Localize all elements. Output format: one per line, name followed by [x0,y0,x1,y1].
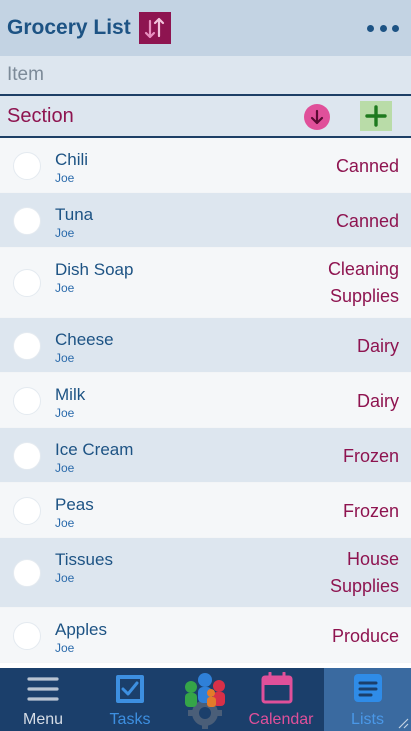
section-bar: Section [0,94,411,138]
item-checkbox[interactable] [13,207,41,235]
arrow-down-circle-icon [310,109,324,125]
list-item[interactable]: Chili Joe Canned [0,138,411,193]
tab-lists-label: Lists [351,711,384,728]
item-user: Joe [55,461,75,475]
tab-lists[interactable]: Lists [324,668,411,731]
list-item[interactable]: Apples Joe Produce [0,608,411,663]
item-checkbox[interactable] [13,269,41,297]
grocery-list: Chili Joe Canned Tuna Joe Canned Dish So… [0,138,411,668]
tab-calendar[interactable]: Calendar [238,668,324,731]
item-checkbox[interactable] [13,387,41,415]
tab-tasks[interactable]: Tasks [86,668,174,731]
list-item[interactable]: Dish Soap Joe Cleaning Supplies [0,248,411,318]
item-checkbox[interactable] [13,559,41,587]
sort-button[interactable] [138,12,171,44]
more-dot [379,24,387,32]
list-item[interactable]: Cheese Joe Dairy [0,318,411,373]
item-name: Dish Soap [55,260,134,279]
family-gear-icon [185,673,225,729]
tab-menu-label: Menu [22,711,64,728]
item-name: Ice Cream [55,440,134,459]
app-header: Grocery List [0,0,411,56]
list-item[interactable]: Tuna Joe Canned [0,193,411,248]
item-user: Joe [55,171,75,185]
list-item[interactable]: Ice Cream Joe Frozen [0,428,411,483]
item-checkbox[interactable] [13,332,41,360]
item-section: Cleaning Supplies [327,259,399,306]
item-name: Tuna [55,205,94,224]
item-name: Apples [55,620,107,639]
hamburger-menu-icon [27,677,59,701]
bottom-tab-bar: Menu Tasks Calendar Lists [0,668,411,731]
item-field-row [0,56,411,94]
item-input[interactable] [0,56,411,94]
tab-menu[interactable]: Menu [0,668,86,731]
item-section: Produce [331,626,399,646]
add-item-button[interactable] [360,101,392,131]
item-user: Joe [55,571,75,585]
item-section: Frozen [342,501,399,521]
item-user: Joe [55,406,75,420]
list-item[interactable]: Tissues Joe House Supplies [0,538,411,608]
section-field[interactable]: Section [7,105,74,128]
item-checkbox[interactable] [13,152,41,180]
item-checkbox[interactable] [13,497,41,525]
task-checkbox-icon [116,675,144,703]
sort-arrows-icon [144,17,164,39]
item-section: House Supplies [329,549,399,596]
resize-grip-icon [398,718,409,729]
item-user: Joe [55,281,75,295]
item-user: Joe [55,516,75,530]
item-section: Frozen [342,446,399,466]
tab-calendar-label: Calendar [248,711,314,728]
item-checkbox[interactable] [13,622,41,650]
item-user: Joe [55,641,75,655]
more-options-button[interactable] [367,18,399,38]
item-name: Chili [55,150,89,169]
page-title: Grocery List [7,16,131,39]
more-dots-icon [367,24,374,32]
plus-icon [365,105,387,127]
item-section: Canned [335,156,399,176]
item-name: Peas [55,495,94,514]
item-name: Tissues [55,550,113,569]
section-dropdown-button[interactable] [304,104,330,130]
item-section: Dairy [356,391,399,411]
tab-tasks-label: Tasks [109,711,151,728]
calendar-icon [261,672,293,704]
list-item[interactable]: Milk Joe Dairy [0,373,411,428]
item-user: Joe [55,351,75,365]
family-settings-button[interactable] [174,668,238,731]
list-item[interactable]: Peas Joe Frozen [0,483,411,538]
item-name: Milk [55,385,86,404]
item-checkbox[interactable] [13,442,41,470]
item-user: Joe [55,226,75,240]
list-icon [354,674,382,702]
item-section: Canned [335,211,399,231]
item-name: Cheese [55,330,114,349]
more-dot [392,24,399,32]
item-section: Dairy [356,336,399,356]
